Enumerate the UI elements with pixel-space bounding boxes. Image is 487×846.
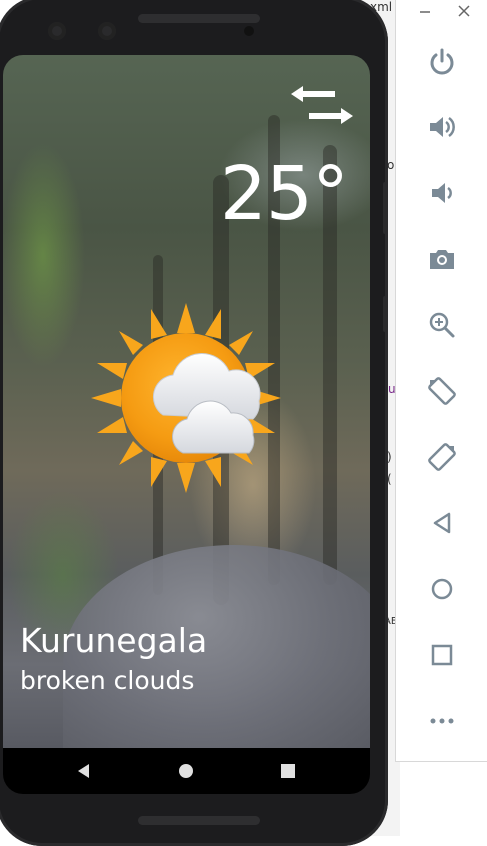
back-icon[interactable] bbox=[427, 508, 457, 538]
weather-description: broken clouds bbox=[20, 666, 195, 695]
zoom-icon[interactable] bbox=[427, 310, 457, 340]
close-icon[interactable] bbox=[455, 2, 473, 20]
phone-speaker bbox=[138, 14, 260, 23]
rotate-right-icon[interactable] bbox=[427, 442, 457, 472]
camera-icon[interactable] bbox=[427, 244, 457, 274]
phone-side-button bbox=[383, 182, 388, 234]
back-icon[interactable] bbox=[75, 762, 93, 780]
volume-up-icon[interactable] bbox=[427, 112, 457, 142]
minimize-icon[interactable] bbox=[416, 2, 434, 20]
phone-speaker bbox=[138, 816, 260, 825]
swap-arrows-icon[interactable] bbox=[291, 84, 353, 126]
front-camera bbox=[98, 22, 116, 40]
power-icon[interactable] bbox=[427, 47, 457, 77]
volume-down-icon[interactable] bbox=[427, 178, 457, 208]
android-navigation-bar bbox=[3, 748, 370, 794]
weather-screen: 25° Kurunegala broken clouds bbox=[3, 55, 370, 748]
front-camera bbox=[48, 22, 66, 40]
city-name: Kurunegala bbox=[20, 621, 208, 660]
recents-icon[interactable] bbox=[279, 762, 297, 780]
proximity-sensor bbox=[244, 26, 254, 36]
home-icon[interactable] bbox=[427, 574, 457, 604]
home-icon[interactable] bbox=[177, 762, 195, 780]
more-icon[interactable] bbox=[427, 706, 457, 736]
temperature-value: 25° bbox=[219, 151, 349, 237]
overview-icon[interactable] bbox=[427, 640, 457, 670]
rotate-left-icon[interactable] bbox=[427, 376, 457, 406]
background-text-fragment: o bbox=[387, 158, 395, 172]
sun-with-clouds-icon bbox=[91, 303, 281, 493]
emulator-toolbar bbox=[395, 0, 487, 762]
phone-side-button bbox=[383, 296, 388, 332]
